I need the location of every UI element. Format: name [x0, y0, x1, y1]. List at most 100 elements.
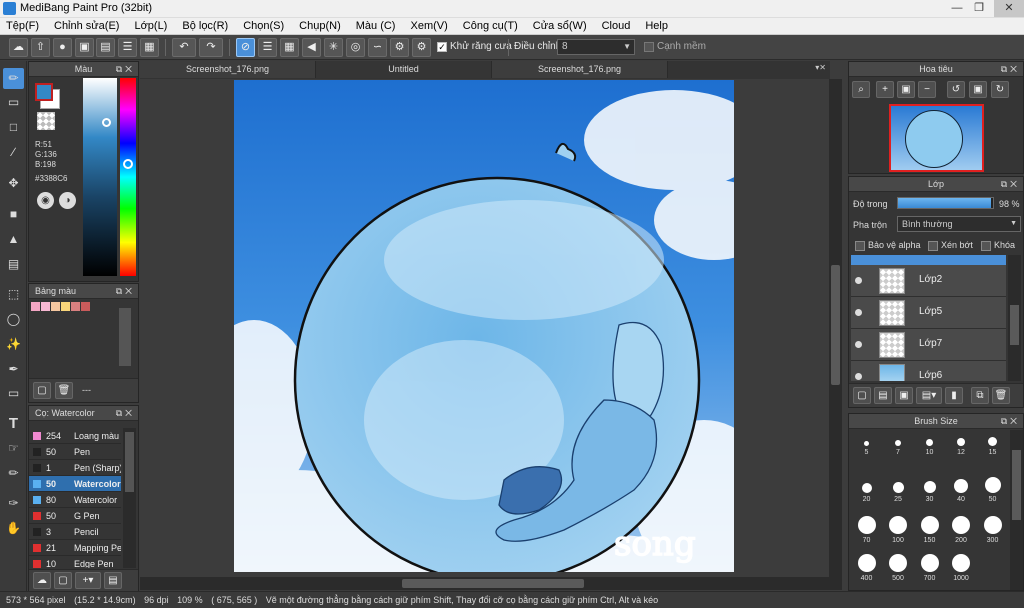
brush-settings-icon[interactable]: ▤: [104, 572, 122, 589]
tab-screenshot-1[interactable]: Screenshot_176.png: [140, 61, 316, 78]
lock-checkbox[interactable]: [981, 241, 991, 251]
visibility-icon[interactable]: [855, 277, 862, 284]
brush-tool-icon[interactable]: ✏: [3, 68, 24, 89]
color-wheel-icon[interactable]: ◑: [59, 192, 76, 209]
blend-mode-select[interactable]: Bình thường ▼: [897, 216, 1021, 232]
eraser-tool-icon[interactable]: ▭: [3, 92, 24, 113]
brush-list-item[interactable]: 50 Pen: [29, 444, 121, 460]
radial-snap-icon[interactable]: ✳: [324, 38, 343, 57]
gear-icon[interactable]: ⚙: [390, 38, 409, 57]
brush-list-item[interactable]: 80 Watercolor: [29, 492, 121, 508]
brush-list-item[interactable]: 50 Watercolor: [29, 476, 121, 492]
list-icon[interactable]: ☰: [118, 38, 137, 57]
menu-filter[interactable]: Bộ lọc(R): [182, 20, 228, 32]
drawing-canvas[interactable]: song: [234, 80, 734, 572]
rotate-left-icon[interactable]: ↺: [947, 81, 965, 98]
hand-tool-icon[interactable]: ✋: [3, 518, 24, 539]
line-tool-icon[interactable]: ∕: [3, 142, 24, 163]
brush-size-option[interactable]: 12: [946, 432, 977, 456]
new-halftone-layer-icon[interactable]: ▤: [874, 387, 892, 404]
menu-tools[interactable]: Công cụ(T): [463, 20, 518, 32]
new-brush-icon[interactable]: ▢: [54, 572, 72, 589]
add-layer-menu-icon[interactable]: ▤▾: [916, 387, 942, 404]
zoom-fit-icon[interactable]: ⌕: [852, 81, 870, 98]
no-snap-icon[interactable]: ⊘: [236, 38, 255, 57]
brush-size-option[interactable]: 5: [851, 432, 882, 456]
brush-list-item[interactable]: 50 G Pen: [29, 508, 121, 524]
fill-rect-tool-icon[interactable]: ■: [3, 204, 24, 225]
brush-size-option[interactable]: 100: [883, 514, 914, 544]
folder-icon[interactable]: ▮: [945, 387, 963, 404]
restore-button[interactable]: ❐: [966, 0, 992, 17]
brush-size-option[interactable]: 20: [851, 473, 882, 503]
gradient-tool-icon[interactable]: ▤: [3, 254, 24, 275]
select-eraser-icon[interactable]: ▭: [3, 383, 24, 404]
transparent-color-swatch[interactable]: [37, 112, 55, 130]
brush-list-item[interactable]: 3 Pencil: [29, 524, 121, 540]
brush-size-option[interactable]: 500: [883, 552, 914, 582]
brush-size-option[interactable]: 200: [946, 514, 977, 544]
protect-alpha-checkbox[interactable]: [855, 241, 865, 251]
canvas-horizontal-scrollbar[interactable]: [140, 577, 842, 590]
zoom-out-icon[interactable]: −: [918, 81, 936, 98]
visibility-icon[interactable]: [855, 309, 862, 316]
operation-tool-icon[interactable]: ☞: [3, 438, 24, 459]
cloud-brush-icon[interactable]: ☁: [33, 572, 51, 589]
menu-view[interactable]: Xem(V): [410, 20, 447, 32]
selected-layer-row[interactable]: [851, 255, 1006, 265]
palette-swatch[interactable]: [51, 302, 60, 311]
panel-controls-icon[interactable]: ⧉✕: [116, 284, 135, 299]
document-icon[interactable]: ▤: [96, 38, 115, 57]
tabs-close-icon[interactable]: ▾✕: [815, 63, 826, 72]
curve-snap-icon[interactable]: ∽: [368, 38, 387, 57]
antialias-checkbox[interactable]: ✓: [437, 42, 447, 52]
palette-swatch[interactable]: [31, 302, 40, 311]
undo-icon[interactable]: ↶: [172, 38, 196, 57]
hue-slider-handle[interactable]: [123, 159, 133, 169]
smooth-edge-checkbox[interactable]: [644, 42, 654, 52]
menu-select[interactable]: Chọn(S): [243, 20, 284, 32]
add-brush-icon[interactable]: +▾: [75, 572, 101, 589]
lasso-tool-icon[interactable]: ◯: [3, 309, 24, 330]
brush-size-option[interactable]: 400: [851, 552, 882, 582]
zoom-in-icon[interactable]: +: [876, 81, 894, 98]
menu-file[interactable]: Tệp(F): [6, 20, 39, 32]
comment-icon[interactable]: ●: [53, 38, 72, 57]
delete-palette-icon[interactable]: 🗑: [55, 382, 73, 399]
rotate-right-icon[interactable]: ↻: [991, 81, 1009, 98]
layer-row[interactable]: Lớp7: [851, 329, 1006, 361]
adjust-select[interactable]: 8 ▼: [557, 39, 635, 55]
merge-layer-icon[interactable]: ⧉: [971, 387, 989, 404]
visibility-icon[interactable]: [855, 341, 862, 348]
brush-size-scrollbar[interactable]: [1010, 430, 1023, 590]
brush-size-option[interactable]: 300: [977, 514, 1008, 544]
share-icon[interactable]: ⇧: [31, 38, 50, 57]
brush-list-item[interactable]: 21 Mapping Pen: [29, 540, 121, 556]
panel-icon[interactable]: ▣: [75, 38, 94, 57]
saturation-value-picker[interactable]: [83, 78, 117, 276]
menu-cloud[interactable]: Cloud: [602, 20, 631, 32]
move-tool-icon[interactable]: ✥: [3, 173, 24, 194]
canvas-vertical-scrollbar[interactable]: [829, 79, 842, 577]
eyedropper-icon[interactable]: ✑: [3, 493, 24, 514]
brush-list-item[interactable]: 10 Edge Pen: [29, 556, 121, 568]
close-button[interactable]: ✕: [994, 0, 1024, 17]
settings-icon[interactable]: ⚙: [412, 38, 431, 57]
magic-wand-icon[interactable]: ✨: [3, 334, 24, 355]
palette-icon[interactable]: ◉: [37, 192, 54, 209]
palette-scrollbar[interactable]: [119, 308, 131, 366]
menu-layer[interactable]: Lớp(L): [134, 20, 167, 32]
bucket-tool-icon[interactable]: ▲: [3, 229, 24, 250]
brush-size-option[interactable]: 50: [977, 473, 1008, 503]
foreground-color-swatch[interactable]: [35, 83, 53, 101]
menu-edit[interactable]: Chỉnh sửa(E): [54, 20, 119, 32]
panel-controls-icon[interactable]: ⧉✕: [1001, 62, 1020, 77]
cross-snap-icon[interactable]: ▦: [280, 38, 299, 57]
grid-layout-icon[interactable]: ▦: [140, 38, 159, 57]
panel-controls-icon[interactable]: ⧉✕: [1001, 177, 1020, 192]
cloud-icon[interactable]: ☁: [9, 38, 28, 57]
panel-controls-icon[interactable]: ⧉✕: [116, 406, 135, 421]
layer-row[interactable]: Lớp2: [851, 265, 1006, 297]
brush-list-item[interactable]: 254 Loang màu: [29, 428, 121, 444]
delete-layer-icon[interactable]: 🗑: [992, 387, 1010, 404]
